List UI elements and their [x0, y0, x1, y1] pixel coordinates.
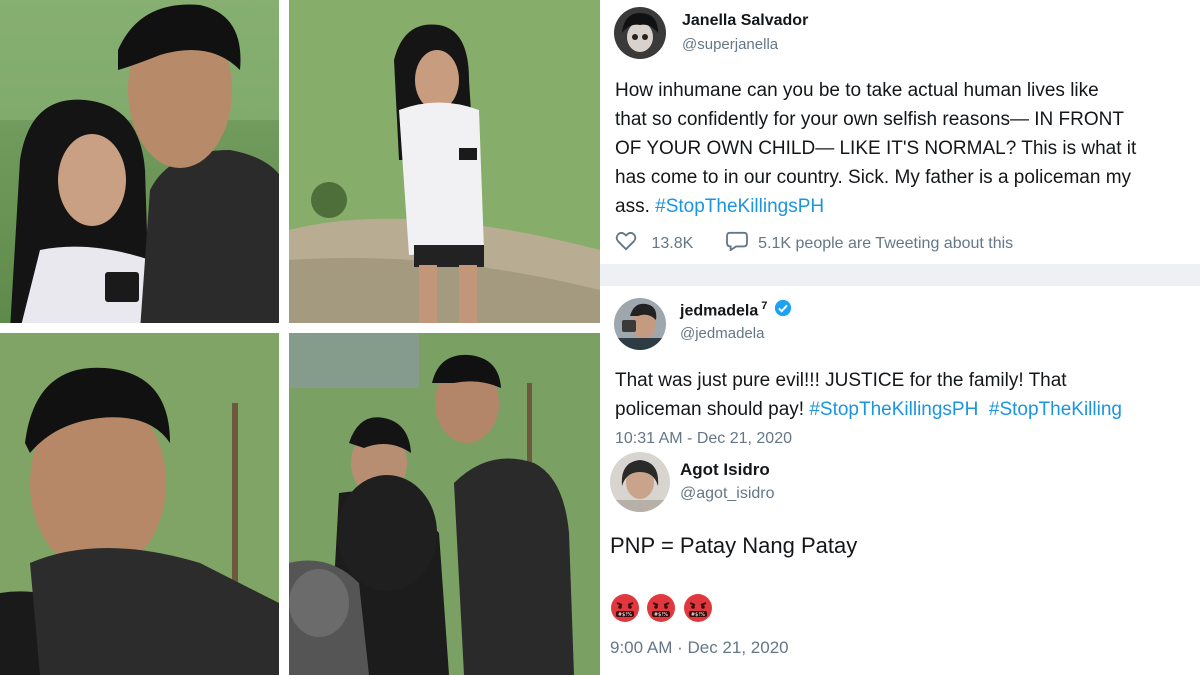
angry-face-icon: #$!%: [683, 593, 713, 628]
tweet-jedmadela-timestamp[interactable]: 10:31 AM - Dec 21, 2020: [615, 430, 792, 448]
tweet-janella-actions: 13.8K 5.1K people are Tweeting about thi…: [615, 231, 1013, 256]
tweet-janella-name[interactable]: Janella Salvador: [682, 12, 808, 30]
avatar-agot[interactable]: [610, 452, 670, 512]
tweet-separator: [600, 264, 1200, 286]
tweet-jedmadela-hashtag-2[interactable]: #StopTheKilling: [989, 399, 1122, 420]
avatar-agot-image: [610, 452, 670, 512]
tweet-jedmadela-line-2: policeman should pay! #StopTheKillingsPH…: [615, 395, 1122, 424]
tweet-jedmadela-text: That was just pure evil!!! JUSTICE for t…: [615, 366, 1122, 424]
tweet-janella-handle[interactable]: @superjanella: [682, 36, 778, 53]
tweet-janella-line-2: that so confidently for your own selfish…: [615, 109, 1124, 130]
photo-man-closeup: [0, 333, 279, 675]
tweet-jedmadela-line-1: That was just pure evil!!! JUSTICE for t…: [615, 370, 1067, 391]
tweet-agot-emojis: #$!% #$!% #$!%: [610, 593, 713, 628]
avatar-janella-image: [614, 7, 666, 59]
tweet-jedmadela-handle[interactable]: @jedmadela: [680, 325, 764, 342]
photo-man-closeup-image: [0, 333, 279, 675]
tweet-janella-likes[interactable]: 13.8K: [651, 235, 693, 252]
tweet-janella-line-3: OF YOUR OWN CHILD— LIKE IT'S NORMAL? Thi…: [615, 138, 1137, 159]
tweet-jedmadela-name[interactable]: jedmadela: [680, 303, 758, 320]
tweet-janella-text: How inhumane can you be to take actual h…: [615, 76, 1136, 221]
photo-girl-and-man-image: [0, 0, 279, 323]
photo-group-scene: [289, 333, 600, 675]
photo-girl-and-man: [0, 0, 279, 323]
tweet-janella-line-1: How inhumane can you be to take actual h…: [615, 80, 1099, 101]
speech-bubble-icon[interactable]: [725, 231, 748, 256]
tweet-agot-name[interactable]: Agot Isidro: [680, 460, 770, 480]
tweet-agot-timestamp[interactable]: 9:00 AM · Dec 21, 2020: [610, 638, 789, 658]
tweets-panel: Janella Salvador @superjanella How inhum…: [600, 0, 1200, 675]
tweet-jedmadela-superscript: 7: [761, 300, 768, 313]
avatar-janella[interactable]: [614, 7, 666, 59]
tweet-jedmadela-line-2-text: policeman should pay!: [615, 399, 810, 420]
heart-icon[interactable]: [615, 231, 637, 256]
tweet-agot-handle[interactable]: @agot_isidro: [680, 485, 775, 503]
angry-face-icon: #$!%: [646, 593, 676, 628]
verified-badge-icon: [774, 299, 792, 322]
avatar-jedmadela[interactable]: [614, 298, 666, 350]
photo-girl-standing-image: [289, 0, 600, 323]
tweet-jedmadela-hashtag-1[interactable]: #StopTheKillingsPH: [809, 399, 978, 420]
tweet-janella-tweeting-count[interactable]: 5.1K people are Tweeting about this: [758, 235, 1013, 252]
svg-text:#$!%: #$!%: [618, 612, 632, 618]
svg-text:#$!%: #$!%: [654, 612, 668, 618]
tweet-janella-line-5-text: ass.: [615, 196, 650, 217]
angry-face-icon: #$!%: [610, 593, 640, 628]
photo-girl-standing: [289, 0, 600, 323]
tweet-janella-line-4: has come to in our country. Sick. My fat…: [615, 167, 1132, 188]
photo-group-scene-image: [289, 333, 600, 675]
tweet-janella-hashtag[interactable]: #StopTheKillingsPH: [655, 196, 824, 217]
tweet-agot-text: PNP = Patay Nang Patay: [610, 533, 858, 558]
svg-text:#$!%: #$!%: [691, 612, 705, 618]
tweet-janella-line-5: ass. #StopTheKillingsPH: [615, 192, 1136, 221]
tweet-jedmadela-name-row: jedmadela 7: [680, 299, 792, 323]
avatar-jedmadela-image: [614, 298, 666, 350]
